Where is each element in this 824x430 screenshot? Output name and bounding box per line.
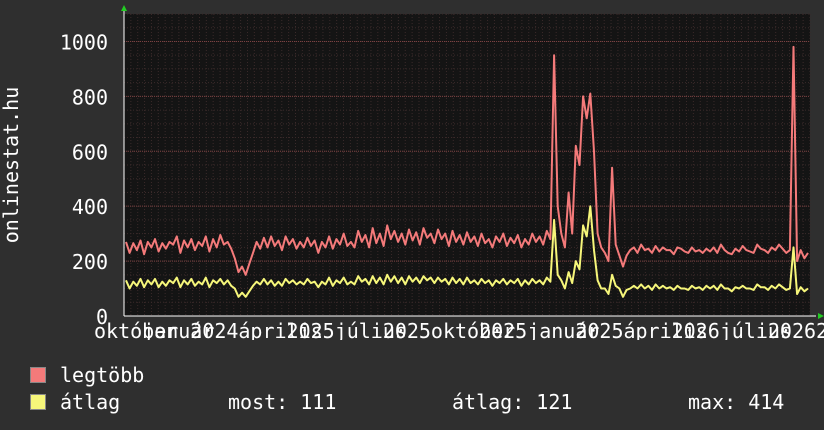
chart: 0 200 400 600 800 1000 október január 2024 áprili… [0, 0, 824, 340]
y-tick-label: 800 [72, 85, 108, 109]
y-tick-label: 200 [72, 250, 108, 274]
y-tick-label: 400 [72, 195, 108, 219]
x-tick-label: 2025 [287, 319, 335, 340]
stat-max: max: 414 [688, 390, 785, 414]
x-tick-label: 2024 [190, 319, 238, 340]
atlag-swatch [30, 394, 46, 410]
x-tick-label: 2026 [816, 319, 824, 340]
x-tick-label: 2025 [575, 319, 623, 340]
x-tick-label: 2025 [383, 319, 431, 340]
x-tick-label: 2026 [672, 319, 720, 340]
y-axis-label: onlinestat.hu [0, 87, 23, 244]
stat-most: most: 111 [228, 390, 337, 414]
legend-label-atlag: átlag [60, 390, 121, 414]
legend-item-legtobb: legtöbb [30, 363, 144, 387]
legend-item-atlag: átlag [30, 390, 120, 414]
stat-atlag: átlag: 121 [452, 390, 573, 414]
chart-svg: 02004006008001000októberjanuár2024 áprili… [0, 5, 824, 340]
x-tick-label: 2026 [768, 319, 816, 340]
y-tick-label: 1000 [60, 30, 108, 54]
y-axis-arrow [121, 5, 127, 11]
y-tick-label: 600 [72, 140, 108, 164]
x-tick-label: 2025 [479, 319, 527, 340]
legtobb-swatch [30, 367, 46, 383]
legend-label-legtobb: legtöbb [60, 363, 145, 387]
